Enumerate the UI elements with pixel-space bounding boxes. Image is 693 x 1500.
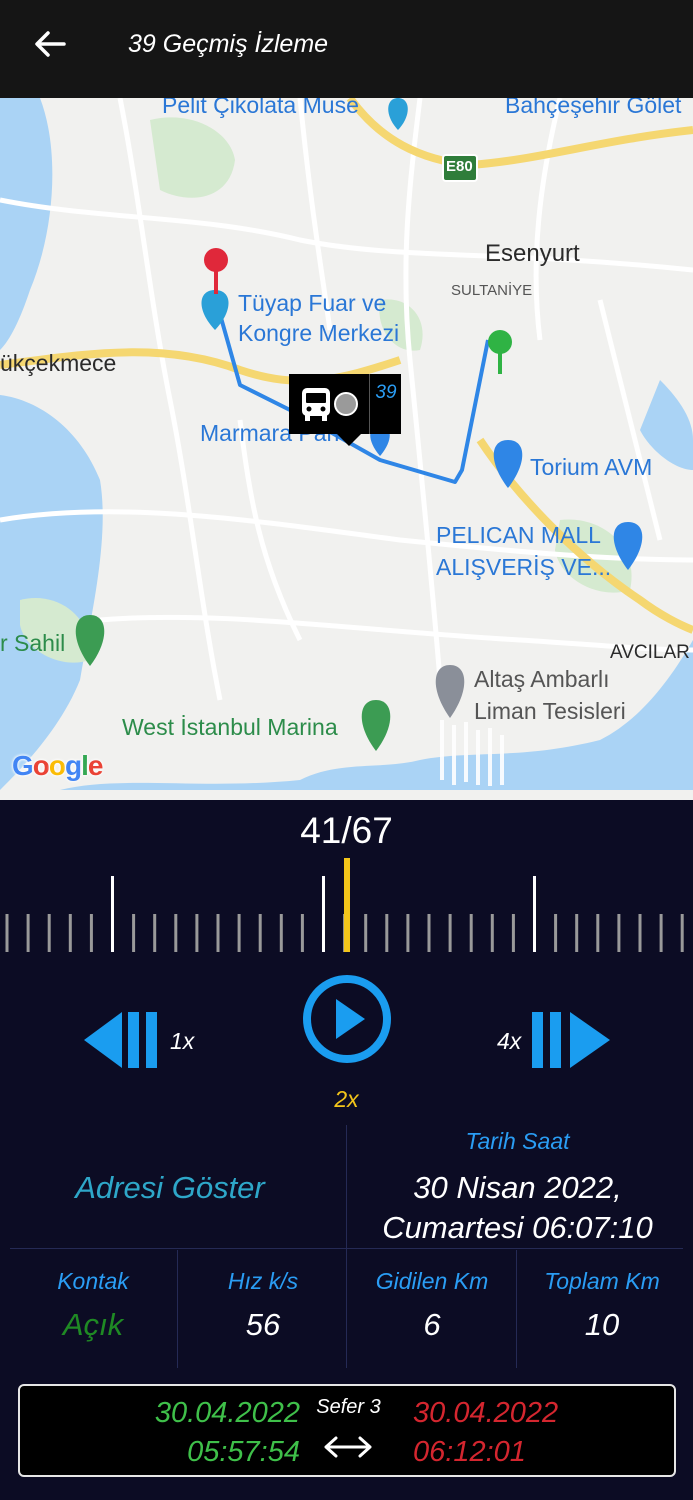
- stat-trip-km-value: 6: [423, 1307, 441, 1342]
- trip-title: Sefer 3: [316, 1396, 381, 1418]
- current-speed-label: 2x: [334, 1086, 359, 1112]
- datetime-value: 30 Nisan 2022, Cumartesi 06:07:10: [350, 1168, 685, 1248]
- back-button[interactable]: [28, 22, 72, 66]
- playback-counter: 41/67: [300, 810, 393, 851]
- map-label-sahil: r Sahil: [0, 630, 66, 656]
- trip-start-time: 05:57:54: [187, 1436, 300, 1468]
- end-location-pin-icon[interactable]: [202, 246, 230, 296]
- vehicle-marker[interactable]: 39: [289, 374, 401, 446]
- map-label-esenyurt: Esenyurt: [485, 240, 580, 267]
- timeline-scrubber[interactable]: [0, 856, 693, 956]
- map-label-altas: Altaş Ambarlı: [474, 666, 610, 692]
- map-label-pelit: Pelit Çikolata Muse: [162, 98, 359, 118]
- trip-end: 30.04.2022 06:12:01: [413, 1394, 593, 1472]
- trip-end-time: 06:12:01: [413, 1436, 526, 1468]
- trip-start: 30.04.2022 05:57:54: [120, 1394, 300, 1472]
- google-logo: Google: [12, 750, 103, 781]
- trip-selector[interactable]: 30.04.2022 05:57:54 Sefer 3 30.04.2022 0…: [18, 1384, 676, 1477]
- start-location-pin-icon[interactable]: [486, 328, 514, 378]
- page-title: 39 Geçmiş İzleme: [128, 30, 329, 58]
- divider-horizontal: [10, 1248, 683, 1249]
- stat-speed-label: Hız k/s: [227, 1268, 299, 1294]
- map-label-sultaniye: SULTANİYE: [451, 282, 533, 299]
- vehicle-marker-body: [289, 374, 369, 434]
- map-label-avcilar: AVCILAR: [610, 642, 690, 663]
- play-icon: [303, 975, 391, 1063]
- trip-end-date: 30.04.2022: [413, 1397, 559, 1429]
- status-dot-icon: [334, 392, 358, 416]
- vehicle-number: 39: [375, 382, 397, 403]
- app-bar: 39 Geçmiş İzleme: [0, 0, 693, 98]
- map-label-tuyap-2: Kongre Merkezi: [238, 320, 400, 346]
- rewind-icon: [84, 1012, 157, 1068]
- slower-speed-label: 1x: [170, 1028, 195, 1054]
- bus-icon: [302, 388, 330, 421]
- map-label-marina: West İstanbul Marina: [122, 714, 338, 740]
- stat-trip-km: Gidilen Km 6: [347, 1268, 517, 1343]
- stat-trip-km-label: Gidilen Km: [375, 1268, 489, 1294]
- stat-total-km-label: Toplam Km: [544, 1268, 660, 1294]
- show-address-button[interactable]: Adresi Göster: [20, 1170, 320, 1206]
- map-label-tuyap: Tüyap Fuar ve: [238, 290, 387, 316]
- datetime-date: 30 Nisan 2022,: [413, 1170, 622, 1205]
- stat-speed: Hız k/s 56: [178, 1268, 348, 1343]
- swap-arrows-icon: [324, 1436, 372, 1458]
- stat-total-km: Toplam Km 10: [517, 1268, 687, 1343]
- trip-start-date: 30.04.2022: [154, 1397, 300, 1429]
- map-label-pelican: PELICAN MALL: [436, 522, 601, 548]
- stat-total-km-value: 10: [584, 1307, 620, 1342]
- stat-speed-value: 56: [245, 1307, 281, 1342]
- arrow-back-icon: [35, 31, 66, 57]
- fast-forward-icon: [532, 1012, 610, 1068]
- faster-button[interactable]: [530, 1010, 610, 1070]
- stat-ignition-label: Kontak: [57, 1268, 129, 1294]
- map-label-pelican-2: ALIŞVERİŞ VE...: [436, 554, 612, 580]
- map-label-bahcesehir: Bahçeşehir Gölet: [505, 98, 682, 118]
- map-label-torium: Torium AVM: [530, 454, 653, 480]
- datetime-time: Cumartesi 06:07:10: [382, 1210, 653, 1245]
- map-view[interactable]: Pelit Çikolata Muse Bahçeşehir Gölet E80…: [0, 98, 693, 800]
- play-button[interactable]: [300, 972, 394, 1066]
- slower-button[interactable]: [84, 1010, 164, 1070]
- datetime-label: Tarih Saat: [465, 1128, 570, 1154]
- map-label-altas-2: Liman Tesisleri: [474, 698, 626, 724]
- stat-ignition-value: Açık: [62, 1307, 124, 1342]
- highway-shield-e80: E80: [446, 158, 473, 175]
- faster-speed-label: 4x: [497, 1028, 522, 1054]
- map-label-kucukcekmece: ükçekmece: [0, 350, 117, 376]
- stat-ignition: Kontak Açık: [8, 1268, 178, 1343]
- map-canvas: [0, 98, 693, 790]
